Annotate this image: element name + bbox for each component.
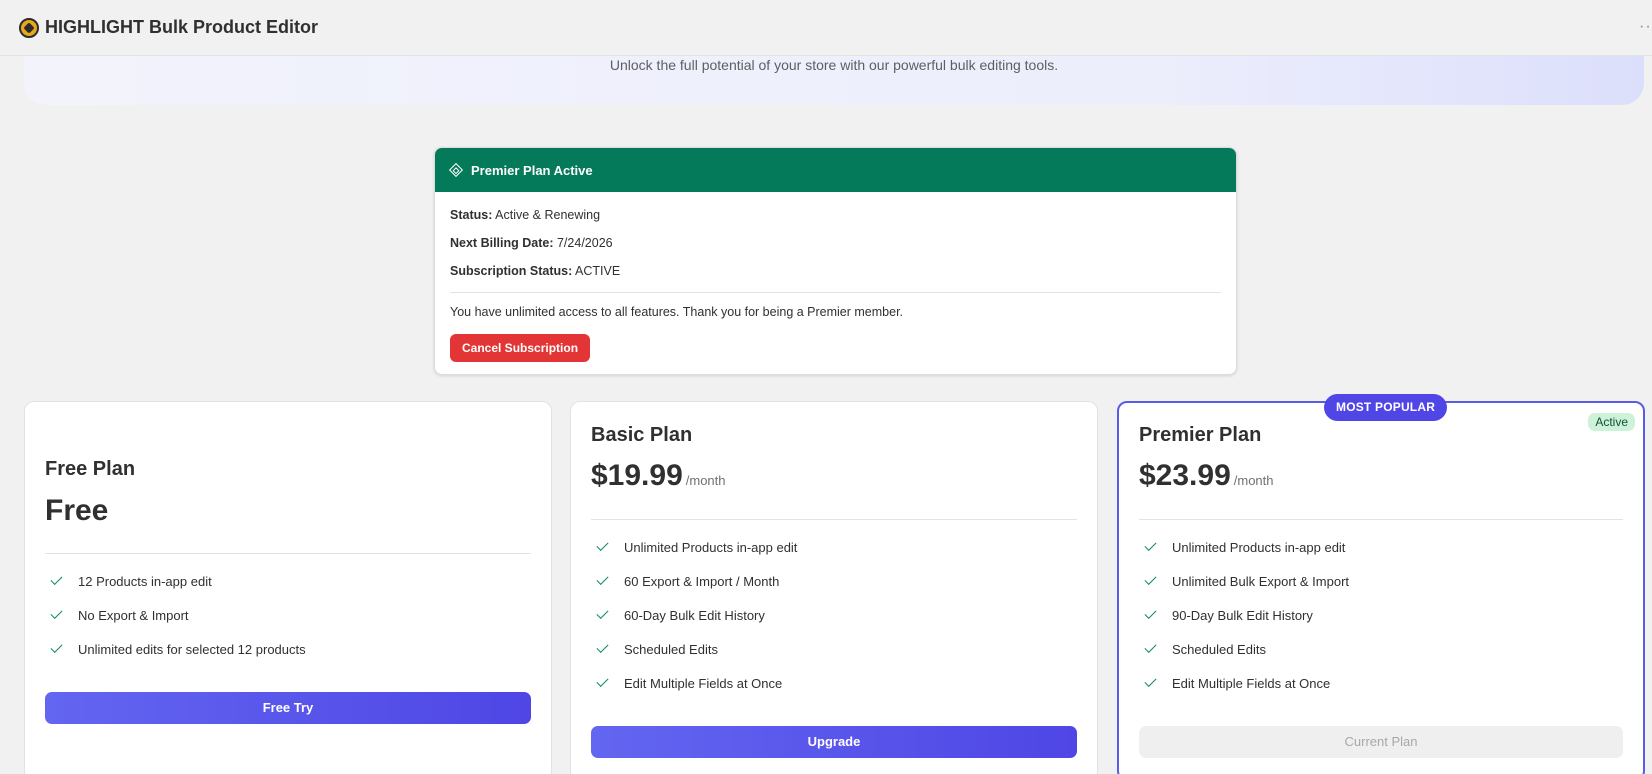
- check-icon: [1144, 572, 1157, 586]
- feature-item: Unlimited Products in-app edit: [591, 530, 797, 564]
- subscription-note: You have unlimited access to all feature…: [450, 305, 904, 319]
- app-title: HIGHLIGHT Bulk Product Editor: [45, 17, 318, 37]
- feature-text: 60-Day Bulk Edit History: [624, 607, 765, 623]
- feature-text: 60 Export & Import / Month: [624, 573, 780, 589]
- check-icon: [50, 640, 63, 654]
- hero-banner: Unlock the full potential of your store …: [24, 56, 1644, 105]
- plan-card-basic: Basic Plan $19.99/month Unlimited Produc…: [570, 401, 1098, 774]
- check-icon: [596, 538, 609, 552]
- subscription-header-title: Premier Plan Active: [471, 162, 593, 178]
- divider: [45, 553, 531, 554]
- upgrade-button[interactable]: Upgrade: [591, 726, 1077, 758]
- check-icon: [1144, 606, 1157, 620]
- check-icon: [1144, 640, 1157, 654]
- feature-text: 12 Products in-app edit: [78, 573, 212, 589]
- feature-text: Scheduled Edits: [624, 641, 718, 657]
- feature-text: Scheduled Edits: [1172, 641, 1266, 657]
- free-try-button[interactable]: Free Try: [45, 692, 531, 724]
- most-popular-badge: MOST POPULAR: [1324, 394, 1448, 421]
- feature-item: 12 Products in-app edit: [45, 564, 306, 598]
- plan-price: Free: [45, 494, 108, 528]
- divider: [450, 292, 1221, 293]
- cancel-subscription-button[interactable]: Cancel Subscription: [450, 334, 591, 362]
- plan-period: /month: [685, 473, 726, 488]
- subscription-status-value: ACTIVE: [575, 264, 621, 278]
- feature-item: Edit Multiple Fields at Once: [591, 666, 797, 700]
- hero-subtitle: Unlock the full potential of your store …: [609, 57, 1059, 73]
- status-label: Status:: [450, 208, 493, 222]
- subscription-status-label: Subscription Status:: [450, 264, 573, 278]
- feature-item: Unlimited Bulk Export & Import: [1139, 564, 1349, 598]
- check-icon: [50, 572, 63, 586]
- plan-price: $19.99/month: [591, 459, 726, 493]
- plan-name: Premier Plan: [1139, 424, 1262, 446]
- plan-name: Basic Plan: [591, 424, 693, 446]
- feature-text: Unlimited Products in-app edit: [624, 539, 798, 555]
- app-title-bar: HIGHLIGHT Bulk Product Editor ···: [0, 0, 1652, 56]
- feature-text: No Export & Import: [78, 607, 189, 623]
- app-logo-icon: [19, 17, 39, 38]
- feature-item: 60-Day Bulk Edit History: [591, 598, 797, 632]
- status-value: Active & Renewing: [495, 208, 601, 222]
- billing-date-label: Next Billing Date:: [450, 236, 554, 250]
- plan-card-free: Free Plan Free 12 Products in-app edit N…: [24, 401, 552, 774]
- diamond-icon: [448, 162, 464, 178]
- feature-text: Edit Multiple Fields at Once: [624, 675, 783, 691]
- check-icon: [596, 674, 609, 688]
- plan-price-value: Free: [45, 494, 109, 527]
- check-icon: [1144, 674, 1157, 688]
- feature-list: 12 Products in-app edit No Export & Impo…: [45, 564, 306, 666]
- subscription-status-card: Premier Plan Active Status: Active & Ren…: [434, 147, 1237, 375]
- feature-item: 60 Export & Import / Month: [591, 564, 797, 598]
- feature-list: Unlimited Products in-app edit 60 Export…: [591, 530, 797, 700]
- check-icon: [596, 640, 609, 654]
- divider: [591, 519, 1077, 520]
- feature-text: Unlimited Products in-app edit: [1172, 539, 1346, 555]
- status-row: Status: Active & Renewing: [450, 205, 1221, 233]
- check-icon: [50, 606, 63, 620]
- check-icon: [596, 572, 609, 586]
- divider: [1139, 519, 1623, 520]
- subscription-status-row: Subscription Status: ACTIVE: [450, 261, 1221, 289]
- feature-text: 90-Day Bulk Edit History: [1172, 607, 1313, 623]
- billing-date-value: 7/24/2026: [556, 236, 613, 250]
- feature-item: 90-Day Bulk Edit History: [1139, 598, 1349, 632]
- feature-text: Unlimited Bulk Export & Import: [1172, 573, 1350, 589]
- plan-price: $23.99/month: [1139, 459, 1274, 493]
- feature-text: Edit Multiple Fields at Once: [1172, 675, 1331, 691]
- plan-period: /month: [1233, 473, 1274, 488]
- current-plan-button: Current Plan: [1139, 726, 1623, 758]
- feature-list: Unlimited Products in-app edit Unlimited…: [1139, 530, 1349, 700]
- plan-name: Free Plan: [45, 458, 136, 480]
- plan-price-value: $19.99: [591, 459, 683, 492]
- feature-item: Unlimited Products in-app edit: [1139, 530, 1349, 564]
- subscription-header: Premier Plan Active: [435, 148, 1236, 192]
- feature-item: Edit Multiple Fields at Once: [1139, 666, 1349, 700]
- feature-item: No Export & Import: [45, 598, 306, 632]
- check-icon: [1144, 538, 1157, 552]
- billing-date-row: Next Billing Date: 7/24/2026: [450, 233, 1221, 261]
- feature-item: Scheduled Edits: [1139, 632, 1349, 666]
- active-badge: Active: [1588, 413, 1635, 431]
- feature-item: Unlimited edits for selected 12 products: [45, 632, 306, 666]
- check-icon: [596, 606, 609, 620]
- feature-item: Scheduled Edits: [591, 632, 797, 666]
- feature-text: Unlimited edits for selected 12 products: [78, 641, 306, 657]
- more-horizontal-icon[interactable]: ···: [1639, 18, 1652, 36]
- plan-card-premier: MOST POPULAR Active Premier Plan $23.99/…: [1117, 394, 1645, 774]
- plan-price-value: $23.99: [1139, 459, 1231, 492]
